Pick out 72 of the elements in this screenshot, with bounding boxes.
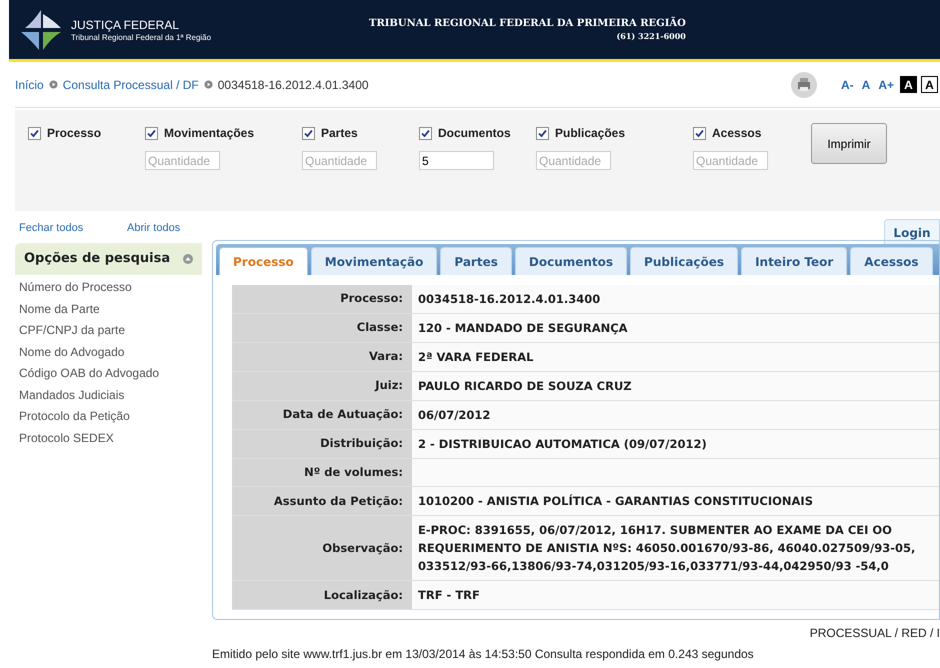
font-size-button[interactable]: A+ <box>876 76 896 94</box>
collapse-icon[interactable] <box>183 254 193 264</box>
sidebar-link[interactable]: Número do Processo <box>19 277 202 298</box>
breadcrumb-link[interactable]: Consulta Processual / DF <box>62 76 199 94</box>
checkbox[interactable] <box>693 126 706 140</box>
option-label: Movimentações <box>164 125 254 142</box>
checkbox[interactable] <box>419 126 432 140</box>
option-label: Publicações <box>555 125 626 142</box>
printer-icon[interactable] <box>790 72 817 98</box>
logo-icon <box>19 8 63 52</box>
field-label: Localização: <box>232 581 412 610</box>
system-code: PROCESSUAL / RED / I <box>810 625 940 640</box>
sidebar-link[interactable]: Nome da Parte <box>19 298 202 320</box>
checkbox[interactable] <box>28 126 41 140</box>
footer-note: Emitido pelo site www.trf1.jus.br em 13/03/2014 às 14:53:50 Consulta respondida em 0.243 segundos <box>212 647 754 661</box>
field-label: Observação: <box>232 516 412 580</box>
field-label: Data de Autuação: <box>232 401 412 429</box>
quantity-field[interactable]: Quantidade <box>693 151 768 170</box>
breadcrumb-link[interactable]: Início <box>15 76 44 94</box>
font-size-button[interactable]: A <box>860 76 872 94</box>
logo-title: JUSTIÇA FEDERAL <box>71 18 180 32</box>
field-label: Distribuição: <box>232 430 412 458</box>
field-value: 0034518-16.2012.4.01.3400 <box>412 285 939 313</box>
field-label: Vara: <box>232 343 412 371</box>
checkbox[interactable] <box>302 126 315 140</box>
tab[interactable]: Inteiro Teor <box>741 247 848 275</box>
field-value: PAULO RICARDO DE SOUZA CRUZ <box>412 372 939 400</box>
field-value: 06/07/2012 <box>412 401 939 429</box>
quantity-field[interactable]: Quantidade <box>145 151 220 170</box>
tab[interactable]: Partes <box>440 247 512 275</box>
field-value: 2ª VARA FEDERAL <box>412 343 939 371</box>
phone-number: (61) 3221-6000 <box>616 30 686 40</box>
tab[interactable]: Acessos <box>850 247 933 275</box>
field-value: TRF - TRF <box>412 581 939 610</box>
field-label: Juiz: <box>232 372 412 400</box>
option-label: Processo <box>47 125 102 142</box>
expand-all-link[interactable]: Abrir todos <box>127 220 180 236</box>
font-size-button[interactable]: A <box>900 76 917 93</box>
field-label: Processo: <box>232 285 412 313</box>
sidebar-link[interactable]: Protocolo SEDEX <box>19 428 202 449</box>
field-label: Nº de volumes: <box>232 459 412 486</box>
quantity-field[interactable]: Quantidade <box>302 151 377 170</box>
sidebar-link[interactable]: Nome do Advogado <box>19 342 202 363</box>
tab[interactable]: Movimentação <box>310 247 438 275</box>
option-label: Acessos <box>712 125 762 142</box>
sidebar-link[interactable]: Protocolo da Petição <box>19 406 202 428</box>
field-value: 2 - DISTRIBUICAO AUTOMATICA (09/07/2012) <box>412 430 939 458</box>
option-label: Documentos <box>438 125 511 142</box>
quantity-field[interactable]: Quantidade <box>536 151 611 170</box>
breadcrumb-current: 0034518-16.2012.4.01.3400 <box>218 76 369 94</box>
field-label: Classe: <box>232 314 412 342</box>
font-size-button[interactable]: A <box>921 76 938 93</box>
option-label: Partes <box>321 125 358 142</box>
checkbox[interactable] <box>145 126 158 140</box>
field-label: Assunto da Petição: <box>232 487 412 516</box>
tab[interactable]: Documentos <box>514 247 628 275</box>
sidebar-link[interactable]: Código OAB do Advogado <box>19 363 202 384</box>
collapse-all-link[interactable]: Fechar todos <box>19 220 127 236</box>
field-value: 120 - MANDADO DE SEGURANÇA <box>412 314 939 342</box>
sidebar-link[interactable]: Mandados Judiciais <box>19 384 202 406</box>
tab[interactable]: Publicações <box>630 247 738 275</box>
sidebar-title: Opções de pesquisa <box>24 250 170 268</box>
sidebar-link[interactable]: CPF/CNPJ da parte <box>19 320 202 342</box>
court-title: TRIBUNAL REGIONAL FEDERAL DA PRIMEIRA REGIÃO <box>369 18 686 30</box>
font-size-button[interactable]: A- <box>838 76 856 94</box>
quantity-field[interactable]: 5 <box>419 151 494 170</box>
sidebar-header[interactable]: Opções de pesquisa <box>15 243 202 275</box>
checkbox[interactable] <box>536 126 549 140</box>
field-value: E-PROC: 8391655, 06/07/2012, 16H17. SUBMENTER AO EXAME DA CEI OO REQUERIMENTO DE ANISTIA NºS: 46050.001670/93-86, 46040.027509/93-05, 033512/93-66,13806/93-74,031205/93-16,033771/93-44,042950/93 -54,0 <box>412 516 939 580</box>
print-button[interactable]: Imprimir <box>811 123 887 164</box>
logo-subtitle: Tribunal Regional Federal da 1ª Região <box>71 32 212 42</box>
field-value: 1010200 - ANISTIA POLÍTICA - GARANTIAS CONSTITUCIONAIS <box>412 487 939 516</box>
